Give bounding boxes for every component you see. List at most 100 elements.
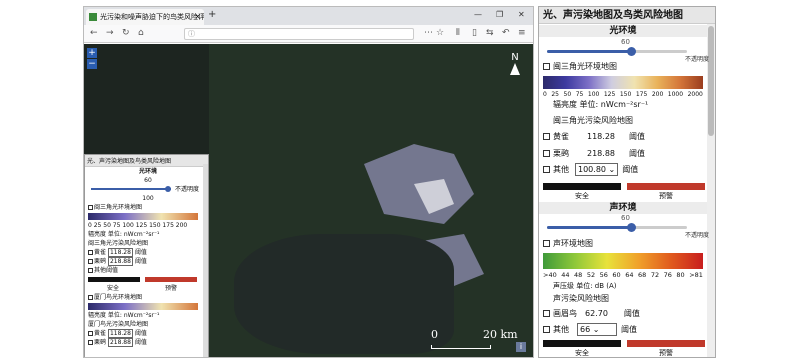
maximize-button[interactable]: ❐	[496, 10, 503, 19]
embedded-slider-max: 100	[142, 195, 154, 202]
chevron-down-icon: ⌄	[608, 165, 616, 174]
sound-heading: 声环境	[539, 202, 707, 214]
bird-threshold[interactable]: 118.28	[107, 248, 133, 257]
checkbox[interactable]	[543, 310, 550, 317]
panel-title: 光、声污染地图及鸟类风险地图	[539, 7, 715, 24]
bird-row-1[interactable]: 黄雀 118.28 阈值	[543, 131, 645, 142]
bird-name: 画眉鸟	[553, 309, 577, 318]
embedded-bird-other[interactable]: 其他阈值	[85, 266, 208, 275]
light-opacity-label: 不透明度	[685, 56, 710, 63]
north-arrow: N	[508, 52, 522, 75]
sync-icon[interactable]: ⇆	[486, 28, 494, 38]
sound-slider-knob[interactable]	[627, 223, 636, 232]
bird-row-2[interactable]: 栗鹀 218.88 阈值	[543, 148, 645, 159]
warn-bar	[627, 183, 705, 190]
tick-label: 52	[586, 271, 596, 279]
sound-other-threshold-select[interactable]: 66 ⌄	[577, 323, 617, 336]
nav-bar: ← → ↻ ⌂ ⓘ ⋯ ☆ ⫴ ▯ ⇆ ↶ ≡	[84, 25, 533, 43]
tick-label: >81	[689, 271, 703, 279]
info-button[interactable]: i	[516, 342, 526, 352]
light-opacity-slider[interactable]	[547, 47, 687, 56]
safe-bar	[543, 183, 621, 190]
embedded-bird-2[interactable]: 栗鹀 218.88 阈值	[85, 257, 208, 266]
embedded-unit-2: 辐亮度 单位: nWcm⁻²sr⁻¹	[88, 312, 160, 319]
embedded-safe-label: 安全	[107, 285, 120, 292]
tick-label: 50	[563, 91, 572, 98]
embedded-opacity-slider[interactable]: 不透明度	[85, 185, 208, 194]
embedded-xm-bird-2[interactable]: 栗鹀 218.88 阈值	[85, 338, 208, 347]
embedded-bird-1[interactable]: 黄雀 118.28 阈值	[85, 248, 208, 257]
undo-icon[interactable]: ↶	[502, 28, 510, 38]
bird-threshold[interactable]: 218.88	[107, 338, 133, 347]
other-threshold-select[interactable]: 100.80 ⌄	[575, 163, 619, 176]
zoom-in-button[interactable]: +	[87, 48, 97, 58]
checkbox[interactable]	[543, 63, 550, 70]
browser-tab[interactable]: 光污染和噪声胁迫下的鸟类风险评价平台 ×	[86, 9, 204, 25]
embedded-slider-knob[interactable]	[165, 186, 171, 192]
sound-ticks: >40 44 48 52 56 60 64 68 72 76 80 >81	[543, 271, 703, 279]
sound-opacity-slider[interactable]	[547, 223, 687, 232]
sidebar-icon[interactable]: ▯	[472, 28, 477, 38]
checkbox[interactable]	[88, 259, 93, 264]
warn-label: 预警	[659, 192, 673, 200]
panel-scrollbar[interactable]	[707, 24, 715, 357]
tick-label: 100	[587, 91, 600, 98]
light-map-checkbox[interactable]: 闽三角光环境地图	[543, 61, 617, 72]
threshold-label: 阈值	[629, 149, 645, 158]
bird-row-other[interactable]: 其他 100.80 ⌄ 阈值	[543, 163, 638, 176]
address-bar[interactable]: ⓘ	[184, 28, 414, 40]
scroll-thumb[interactable]	[708, 26, 714, 136]
checkbox[interactable]	[88, 205, 93, 210]
checkbox[interactable]	[543, 326, 550, 333]
embedded-panel-title: 光、声污染地图及鸟类风险地图	[85, 155, 208, 167]
home-icon[interactable]: ⌂	[138, 28, 144, 38]
embedded-unit: 辐亮度 单位: nWcm⁻²sr⁻¹	[88, 231, 160, 238]
checkbox[interactable]	[88, 250, 93, 255]
library-icon[interactable]: ⫴	[456, 28, 460, 38]
sound-bird-row-1[interactable]: 画眉鸟 62.70 阈值	[543, 308, 640, 319]
bookmark-icon[interactable]: ☆	[436, 28, 444, 38]
checkbox[interactable]	[543, 166, 550, 173]
embedded-xm-bird-1[interactable]: 黄雀 118.28 阈值	[85, 329, 208, 338]
minimize-button[interactable]: —	[474, 10, 482, 19]
checkbox[interactable]	[88, 295, 93, 300]
checkbox[interactable]	[88, 331, 93, 336]
light-slider-knob[interactable]	[627, 47, 636, 56]
light-slider-value: 60	[621, 38, 630, 46]
new-tab-button[interactable]: +	[208, 9, 216, 20]
checkbox[interactable]	[543, 133, 550, 140]
more-icon[interactable]: ⋯	[424, 28, 433, 38]
menu-icon[interactable]: ≡	[518, 28, 526, 38]
zoom-out-button[interactable]: −	[87, 59, 97, 69]
checkbox[interactable]	[88, 268, 93, 273]
tick-label: 75	[575, 91, 584, 98]
sound-bird-row-other[interactable]: 其他 66 ⌄ 阈值	[543, 323, 637, 336]
close-window-button[interactable]: ✕	[518, 10, 525, 19]
sound-map-checkbox[interactable]: 声环境地图	[543, 238, 593, 249]
chevron-down-icon: ⌄	[592, 325, 600, 334]
threshold-label: 阈值	[623, 309, 640, 318]
close-tab-icon[interactable]: ×	[194, 9, 201, 25]
checkbox[interactable]	[543, 240, 550, 247]
bird-threshold[interactable]: 118.28	[107, 329, 133, 338]
north-label: N	[511, 52, 519, 63]
checkbox[interactable]	[88, 340, 93, 345]
checkbox[interactable]	[543, 150, 550, 157]
favicon-icon	[89, 13, 97, 21]
embedded-slider-track[interactable]	[91, 188, 171, 190]
map-canvas[interactable]: + − N 0 20 km i 光、声污染地图及鸟类风险地图 光环境 60 不透…	[84, 44, 533, 357]
scale-bar-line	[431, 345, 491, 349]
bird-name: 黄雀	[553, 132, 569, 141]
embedded-ticks: 0 25 50 75 100 125 150 175 200	[85, 221, 208, 230]
reload-icon[interactable]: ↻	[122, 28, 130, 38]
sound-safe-label: 安全	[575, 349, 589, 357]
embedded-xm-checkbox[interactable]: 厦门鸟光环境地图	[85, 293, 208, 302]
bird-name: 栗鹀	[94, 339, 107, 346]
back-icon[interactable]: ←	[90, 28, 98, 38]
embedded-warn-bar	[145, 277, 197, 282]
bird-name: 其他	[553, 325, 569, 334]
embedded-safety-bar	[85, 275, 208, 284]
bird-threshold[interactable]: 218.88	[107, 257, 133, 266]
embedded-map-checkbox[interactable]: 闽三角光环境地图	[85, 203, 208, 212]
forward-icon[interactable]: →	[106, 28, 114, 38]
